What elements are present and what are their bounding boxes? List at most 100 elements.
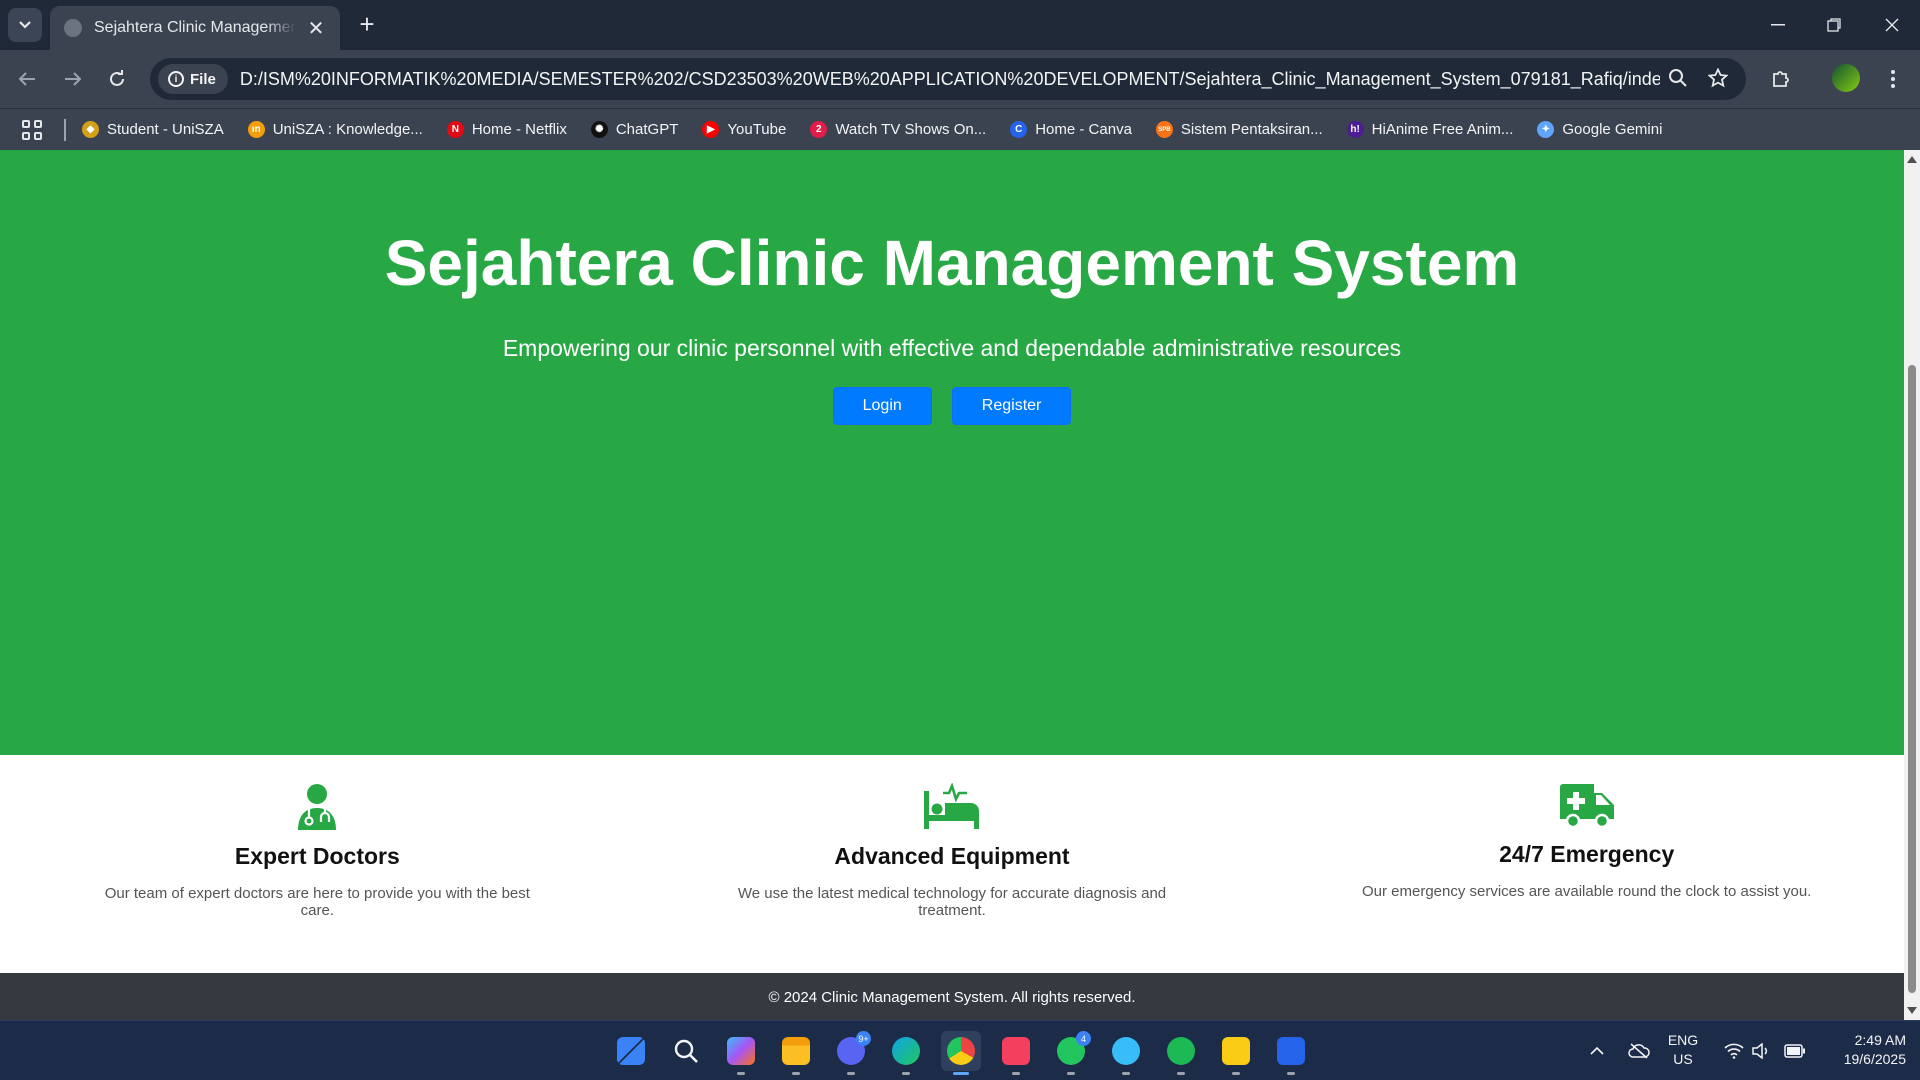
running-indicator <box>1012 1072 1020 1075</box>
footer-text: © 2024 Clinic Management System. All rig… <box>768 988 1136 1006</box>
telegram-icon <box>1112 1037 1140 1065</box>
register-button[interactable]: Register <box>951 386 1072 425</box>
notification-badge: 9+ <box>856 1031 871 1046</box>
scroll-down-arrow-icon[interactable] <box>1907 1007 1917 1014</box>
bookmark-item[interactable]: ▶ YouTube <box>702 121 786 138</box>
bookmark-label: HiAnime Free Anim... <box>1371 121 1514 138</box>
running-indicator <box>1232 1072 1240 1075</box>
taskbar-app-file-explorer[interactable] <box>776 1031 816 1075</box>
hianime-icon: h! <box>1346 121 1364 138</box>
info-icon: i <box>168 71 184 87</box>
running-indicator <box>1177 1072 1185 1075</box>
language-indicator[interactable]: ENG US <box>1658 1031 1708 1069</box>
taskbar-app-whatsapp[interactable]: 4 <box>1051 1031 1091 1075</box>
page-title: Sejahtera Clinic Management System <box>384 227 1520 299</box>
url-text[interactable]: D:/ISM%20INFORMATIK%20MEDIA/SEMESTER%202… <box>240 69 1660 90</box>
taskbar-app-vscode[interactable] <box>1271 1031 1311 1075</box>
scrollbar-thumb[interactable] <box>1908 365 1916 993</box>
browser-tab[interactable]: Sejahtera Clinic Management System ✕ <box>50 6 340 50</box>
vscode-icon <box>1277 1037 1305 1065</box>
taskbar-app-spotify[interactable] <box>1161 1031 1201 1075</box>
windows-taskbar: ENG US 2:49 AM 19/6/2025 9+ 4 <box>0 1020 1920 1080</box>
bookmark-item[interactable]: ın UniSZA : Knowledge... <box>247 121 423 138</box>
taskbar-app-copilot[interactable] <box>721 1031 761 1075</box>
menu-button[interactable] <box>1876 62 1910 96</box>
restore-icon <box>1827 18 1841 32</box>
search-icon <box>672 1037 700 1065</box>
page-viewport: Sejahtera Clinic Management System Empow… <box>0 150 1904 1020</box>
bookmark-label: Home - Netflix <box>471 121 567 138</box>
bookmark-item[interactable]: 2 Watch TV Shows On... <box>810 121 986 138</box>
onedrive-icon[interactable] <box>1628 1021 1650 1080</box>
spb-icon: SPB <box>1155 121 1173 138</box>
feature-title: Expert Doctors <box>234 843 400 869</box>
bookmark-item[interactable]: ✦ Google Gemini <box>1537 121 1662 138</box>
taskbar-app-git[interactable] <box>996 1031 1036 1075</box>
back-button[interactable] <box>10 62 44 96</box>
zoom-icon[interactable] <box>1668 68 1688 94</box>
taskbar-app-discord[interactable]: 9+ <box>831 1031 871 1075</box>
bookmark-item[interactable]: ◆ Student - UniSZA <box>82 121 224 138</box>
close-window-button[interactable] <box>1864 0 1920 50</box>
site-info-chip[interactable]: i File <box>158 64 228 94</box>
running-indicator <box>737 1072 745 1075</box>
tv-shows-icon: 2 <box>810 121 828 138</box>
page-footer: © 2024 Clinic Management System. All rig… <box>0 973 1904 1020</box>
taskbar-app-sticky-notes[interactable] <box>1216 1031 1256 1075</box>
bookmark-item[interactable]: N Home - Netflix <box>446 121 567 138</box>
clock-date: 19/6/2025 <box>1843 1051 1906 1067</box>
extensions-button[interactable] <box>1764 62 1798 96</box>
taskbar-app-search[interactable] <box>666 1031 706 1071</box>
ambulance-icon <box>1559 784 1614 829</box>
bookmark-item[interactable]: h! HiAnime Free Anim... <box>1346 121 1514 138</box>
hospital-bed-icon <box>924 783 979 829</box>
sticky-notes-icon <box>1222 1037 1250 1065</box>
profile-avatar[interactable] <box>1832 64 1860 92</box>
chrome-icon <box>947 1037 975 1065</box>
page-scrollbar[interactable] <box>1904 150 1920 1020</box>
taskbar-app-chrome[interactable] <box>941 1031 981 1075</box>
more-vert-icon <box>1891 70 1895 88</box>
arrow-left-icon <box>18 72 35 86</box>
wifi-icon[interactable] <box>1724 1021 1744 1080</box>
forward-button[interactable] <box>56 62 90 96</box>
taskbar-app-edge[interactable] <box>886 1031 926 1075</box>
new-tab-button[interactable]: + <box>352 10 382 40</box>
system-clock[interactable]: 2:49 AM 19/6/2025 <box>1812 1031 1906 1069</box>
feature-card-doctors: Expert Doctors Our team of expert doctor… <box>0 755 635 973</box>
bookmark-label: YouTube <box>727 121 787 138</box>
hero-actions: Login Register <box>0 386 1904 425</box>
chatgpt-icon: ✺ <box>590 121 608 138</box>
close-tab-icon[interactable]: ✕ <box>306 16 326 41</box>
bookmark-star-icon[interactable] <box>1707 67 1729 94</box>
show-hidden-icons-button[interactable] <box>1590 1021 1604 1080</box>
tab-title: Sejahtera Clinic Management System <box>94 19 296 36</box>
feature-title: 24/7 Emergency <box>1499 841 1675 867</box>
notification-badge: 4 <box>1076 1031 1091 1046</box>
address-bar[interactable]: i File D:/ISM%20INFORMATIK%20MEDIA/SEMES… <box>150 58 1746 100</box>
running-indicator <box>1287 1072 1295 1075</box>
login-button[interactable]: Login <box>832 386 932 425</box>
bookmark-item[interactable]: ✺ ChatGPT <box>590 121 678 138</box>
git-icon <box>1002 1037 1030 1065</box>
running-indicator <box>1122 1072 1130 1075</box>
minimize-button[interactable] <box>1750 0 1806 50</box>
taskbar-app-windows-start[interactable] <box>611 1031 651 1071</box>
bookmark-item[interactable]: C Home - Canva <box>1010 121 1132 138</box>
apps-grid-icon[interactable] <box>22 119 42 140</box>
puzzle-icon <box>1773 71 1789 87</box>
site-info-label: File <box>190 70 216 88</box>
tab-search-button[interactable] <box>8 8 42 42</box>
browser-toolbar: i File D:/ISM%20INFORMATIK%20MEDIA/SEMES… <box>0 50 1920 108</box>
bookmark-item[interactable]: SPB Sistem Pentaksiran... <box>1155 121 1323 138</box>
restore-button[interactable] <box>1806 0 1862 50</box>
volume-icon[interactable] <box>1752 1021 1770 1080</box>
battery-icon[interactable] <box>1784 1021 1806 1080</box>
chevron-up-icon <box>1590 1047 1604 1055</box>
browser-titlebar: Sejahtera Clinic Management System ✕ + <box>0 0 1920 50</box>
taskbar-app-telegram[interactable] <box>1106 1031 1146 1075</box>
scroll-up-arrow-icon[interactable] <box>1907 156 1917 163</box>
reload-button[interactable] <box>100 62 134 96</box>
file-explorer-icon <box>782 1037 810 1065</box>
feature-card-emergency: 24/7 Emergency Our emergency services ar… <box>1269 755 1904 973</box>
